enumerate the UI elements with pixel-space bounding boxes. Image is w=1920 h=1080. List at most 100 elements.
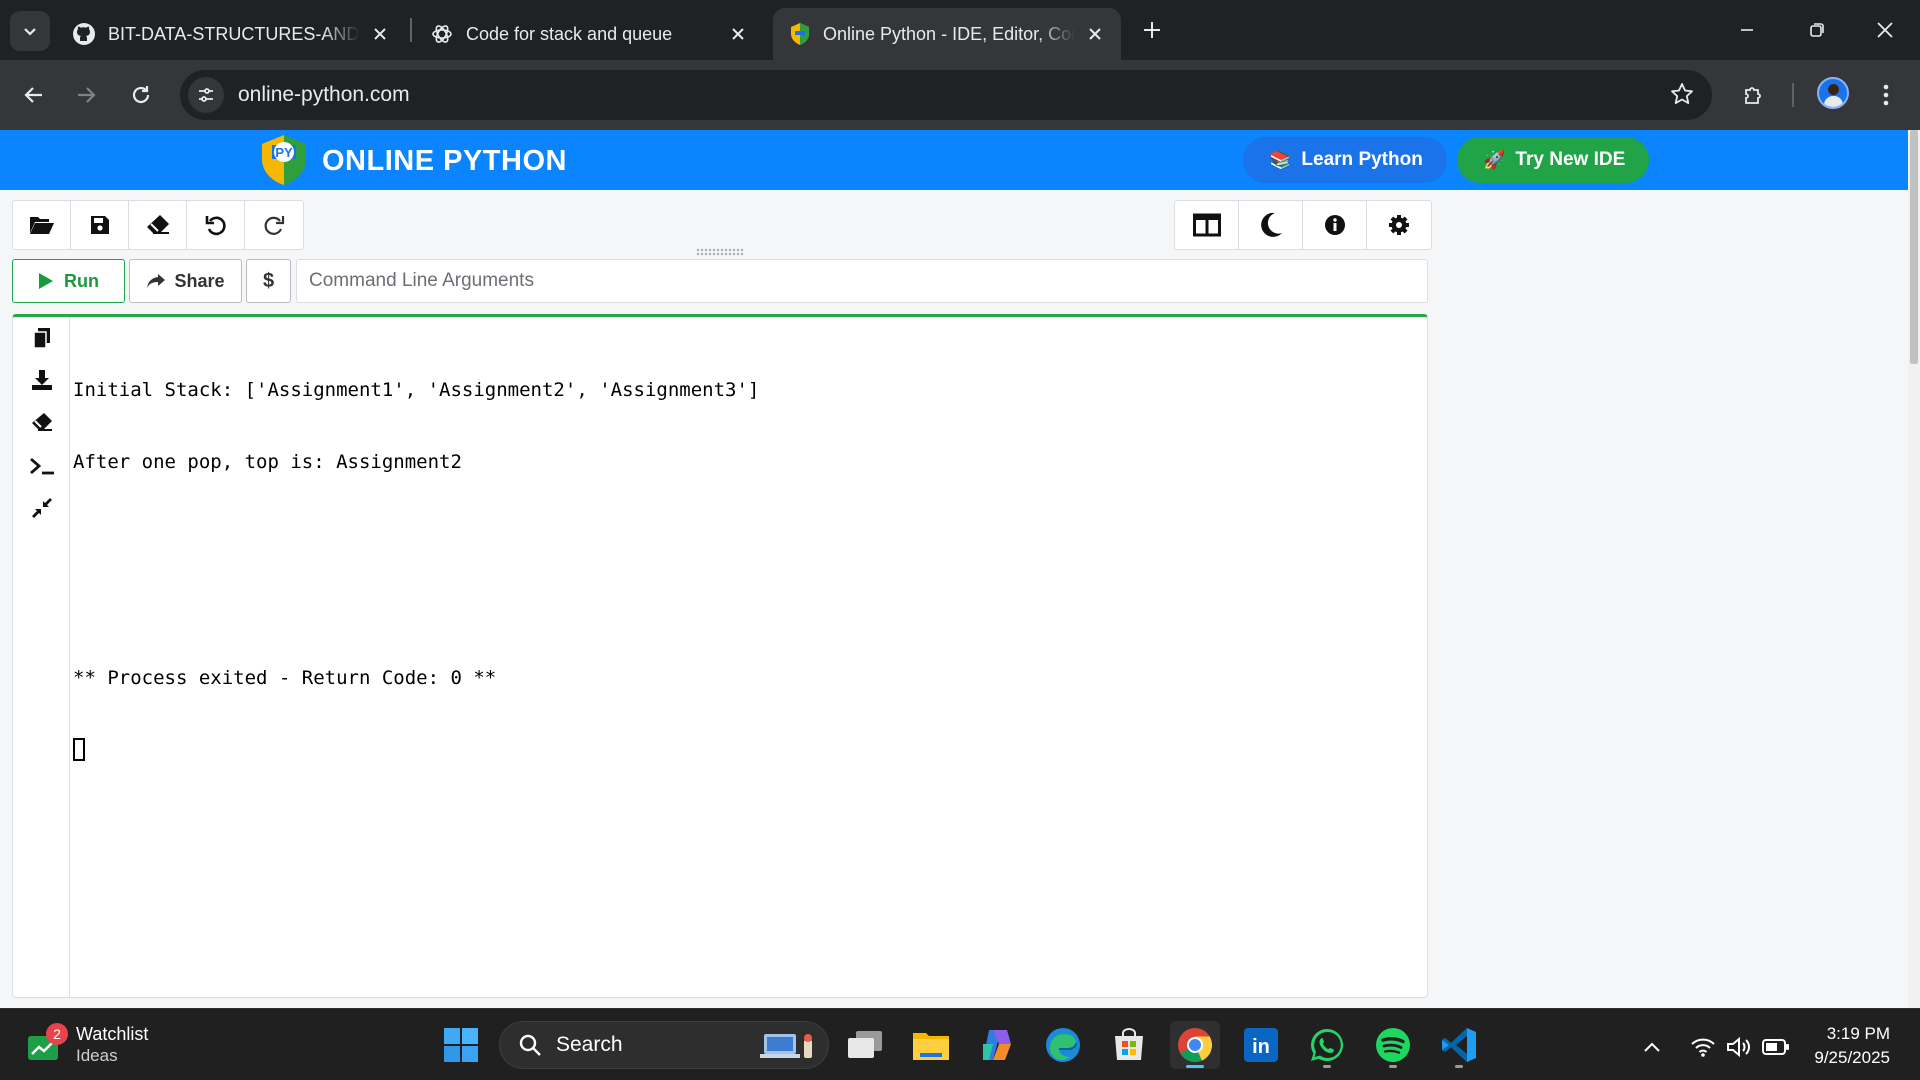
browser-tab-strip: BIT-DATA-STRUCTURES-AND-ALGORITHMS Code … bbox=[0, 0, 1920, 60]
new-tab-button[interactable] bbox=[1136, 14, 1168, 46]
web-page: PY ONLINE PYTHON 📚 Learn Python 🚀 Try Ne… bbox=[0, 130, 1920, 1008]
stdin-button[interactable]: $ bbox=[246, 259, 291, 303]
page-scrollbar[interactable] bbox=[1908, 130, 1920, 1008]
close-tab-icon[interactable] bbox=[368, 22, 392, 46]
rocket-icon: 🚀 bbox=[1483, 149, 1506, 170]
ide-workspace: Run Share $ Command Line Arguments Initi… bbox=[0, 190, 1908, 1008]
close-tab-icon[interactable] bbox=[726, 22, 750, 46]
close-window-button[interactable] bbox=[1850, 0, 1920, 60]
command-line-arguments-input[interactable] bbox=[296, 259, 1428, 303]
share-button[interactable]: Share bbox=[129, 259, 242, 303]
tab-separator bbox=[410, 18, 412, 42]
spotify-app[interactable] bbox=[1368, 1021, 1418, 1069]
forward-button[interactable] bbox=[66, 75, 106, 115]
vscode-app[interactable] bbox=[1434, 1021, 1484, 1069]
file-explorer-app[interactable] bbox=[906, 1021, 956, 1069]
clear-output-icon[interactable] bbox=[29, 409, 55, 435]
clock-date: 9/25/2025 bbox=[1814, 1048, 1890, 1067]
online-python-icon bbox=[791, 23, 809, 45]
run-button[interactable]: Run bbox=[12, 259, 125, 303]
dark-mode-button[interactable] bbox=[1239, 201, 1303, 249]
folder-icon bbox=[913, 1033, 949, 1060]
terminal-cursor-line[interactable] bbox=[73, 738, 759, 762]
online-python-logo[interactable]: PY bbox=[258, 133, 310, 187]
edge-app[interactable] bbox=[1038, 1021, 1088, 1069]
vscode-icon bbox=[1442, 1028, 1476, 1062]
close-tab-icon[interactable] bbox=[1083, 22, 1107, 46]
minimize-icon bbox=[1741, 29, 1753, 31]
resize-handle[interactable] bbox=[696, 248, 744, 256]
undo-button[interactable] bbox=[187, 201, 245, 249]
windows-logo-icon bbox=[444, 1028, 478, 1062]
site-header: PY ONLINE PYTHON 📚 Learn Python 🚀 Try Ne… bbox=[0, 130, 1908, 190]
tab-title: BIT-DATA-STRUCTURES-AND-ALGORITHMS bbox=[108, 23, 360, 44]
tab-online-python[interactable]: Online Python - IDE, Editor, Compiler bbox=[773, 8, 1121, 60]
bookmark-star-icon[interactable] bbox=[1670, 82, 1694, 111]
scrollbar-thumb[interactable] bbox=[1910, 130, 1918, 364]
arrow-right-icon bbox=[78, 87, 96, 103]
output-terminal[interactable]: Initial Stack: ['Assignment1', 'Assignme… bbox=[12, 314, 1428, 998]
microsoft-store-app[interactable] bbox=[1104, 1021, 1154, 1069]
task-view-icon bbox=[848, 1031, 882, 1058]
compress-icon[interactable] bbox=[29, 495, 55, 521]
eraser-icon bbox=[146, 215, 169, 234]
browser-menu-button[interactable] bbox=[1868, 77, 1904, 113]
reload-button[interactable] bbox=[121, 75, 161, 115]
taskbar-clock[interactable]: 3:19 PM 9/25/2025 bbox=[1814, 1022, 1890, 1070]
toolbar-separator bbox=[1792, 83, 1794, 107]
profile-avatar[interactable] bbox=[1817, 77, 1849, 109]
chatgpt-icon bbox=[432, 25, 452, 43]
info-button[interactable] bbox=[1303, 201, 1367, 249]
minimize-button[interactable] bbox=[1712, 0, 1782, 60]
search-highlight-icon bbox=[760, 1034, 812, 1058]
chevron-up-icon bbox=[1644, 1042, 1660, 1052]
close-icon bbox=[1877, 22, 1893, 38]
chrome-app[interactable] bbox=[1170, 1021, 1220, 1069]
tab-github[interactable]: BIT-DATA-STRUCTURES-AND-ALGORITHMS bbox=[56, 8, 406, 60]
copy-output-icon[interactable] bbox=[29, 325, 55, 351]
output-line: ** Process exited - Return Code: 0 ** bbox=[73, 667, 497, 689]
terminal-icon[interactable] bbox=[29, 453, 55, 479]
settings-button[interactable] bbox=[1367, 201, 1431, 249]
gear-icon bbox=[1389, 215, 1409, 235]
github-icon bbox=[73, 23, 95, 45]
open-file-button[interactable] bbox=[13, 201, 71, 249]
widget-subtitle: Ideas bbox=[76, 1046, 118, 1065]
whatsapp-app[interactable] bbox=[1302, 1021, 1352, 1069]
play-icon bbox=[39, 273, 53, 289]
linkedin-app[interactable]: in bbox=[1236, 1021, 1286, 1069]
extensions-button[interactable] bbox=[1736, 77, 1772, 113]
back-button[interactable] bbox=[14, 75, 54, 115]
output-line: Initial Stack: ['Assignment1', 'Assignme… bbox=[73, 379, 760, 401]
save-button[interactable] bbox=[71, 201, 129, 249]
widgets-button[interactable]: 2 Watchlist Ideas bbox=[26, 1023, 148, 1067]
moon-icon bbox=[1260, 212, 1282, 237]
try-new-ide-button[interactable]: 🚀 Try New IDE bbox=[1457, 137, 1650, 183]
tab-title: Code for stack and queue bbox=[466, 23, 673, 44]
task-view-button[interactable] bbox=[840, 1021, 890, 1069]
dollar-label: $ bbox=[262, 269, 275, 292]
show-hidden-icons-button[interactable] bbox=[1636, 1031, 1668, 1063]
redo-button[interactable] bbox=[245, 201, 303, 249]
redo-icon bbox=[264, 216, 285, 235]
brand-name[interactable]: ONLINE PYTHON bbox=[322, 145, 567, 178]
copilot-app[interactable] bbox=[972, 1021, 1022, 1069]
whatsapp-icon bbox=[1311, 1028, 1344, 1061]
clear-editor-button[interactable] bbox=[129, 201, 187, 249]
learn-python-button[interactable]: 📚 Learn Python bbox=[1243, 137, 1447, 183]
tab-search-button[interactable] bbox=[10, 11, 50, 51]
layout-toggle-button[interactable] bbox=[1175, 201, 1239, 249]
taskbar-search[interactable]: Search bbox=[499, 1021, 829, 1069]
start-button[interactable] bbox=[436, 1021, 486, 1069]
download-output-icon[interactable] bbox=[29, 367, 55, 393]
restore-button[interactable] bbox=[1782, 0, 1852, 60]
running-indicator bbox=[1455, 1065, 1463, 1068]
widget-title: Watchlist bbox=[76, 1024, 149, 1044]
share-icon bbox=[147, 274, 166, 288]
address-bar[interactable]: online-python.com bbox=[180, 70, 1712, 120]
tab-chatgpt[interactable]: Code for stack and queue bbox=[414, 8, 764, 60]
wifi-icon bbox=[1691, 1038, 1715, 1057]
system-tray-status[interactable] bbox=[1684, 1031, 1796, 1063]
site-info-button[interactable] bbox=[188, 77, 224, 113]
